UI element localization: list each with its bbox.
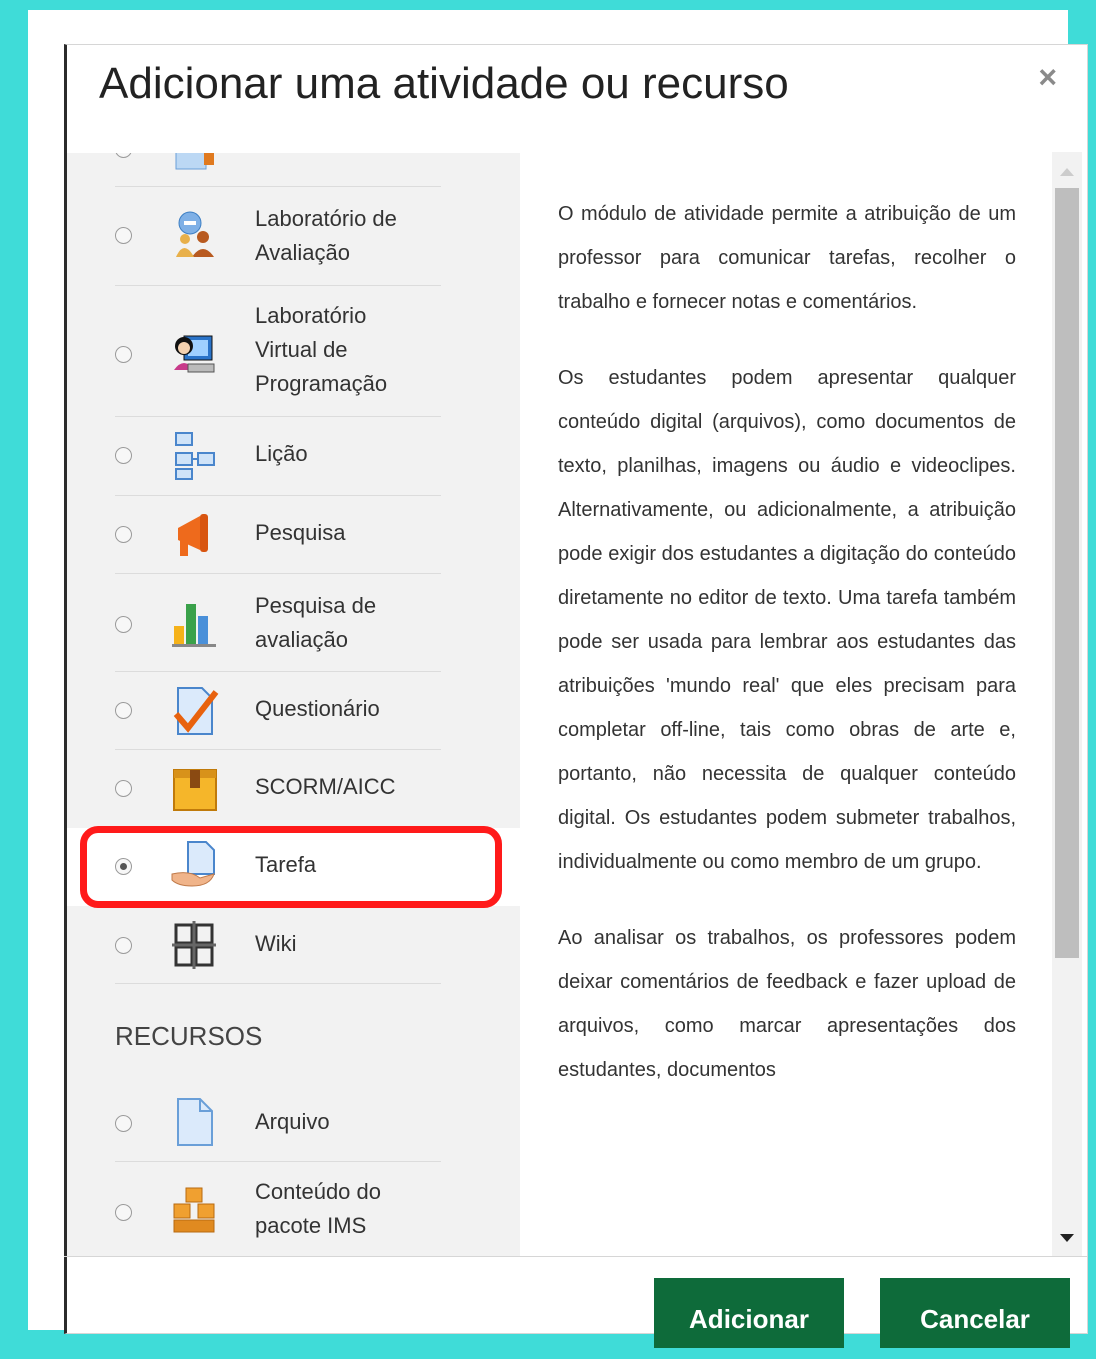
scroll-up-arrow-icon[interactable] xyxy=(1060,168,1074,176)
radio-button[interactable] xyxy=(115,702,132,719)
item-label: Questionário xyxy=(255,696,380,721)
item-label: SCORM/AICC xyxy=(255,774,396,799)
list-divider xyxy=(115,983,441,984)
add-button[interactable]: Adicionar xyxy=(654,1278,844,1348)
radio-button[interactable] xyxy=(115,1115,132,1132)
glossary-icon xyxy=(175,153,214,170)
list-item-ims-package[interactable]: Conteúdo do pacote IMS xyxy=(67,1162,522,1257)
description-scrollbar[interactable] xyxy=(1052,152,1082,1256)
item-label: Pesquisa de avaliação xyxy=(255,593,377,652)
list-item-file[interactable]: Arquivo xyxy=(67,1085,522,1163)
item-label: Lição xyxy=(255,441,308,466)
list-item-workshop[interactable]: Laboratório de Avaliação xyxy=(67,187,522,285)
radio-button[interactable] xyxy=(115,346,132,363)
list-item-wiki[interactable]: Wiki xyxy=(67,907,522,985)
dialog-title: Adicionar uma atividade ou recurso xyxy=(99,59,789,108)
scorm-box-icon xyxy=(173,769,217,811)
list-item-quiz[interactable]: Questionário xyxy=(67,672,522,750)
list-item-feedback[interactable]: Pesquisa de avaliação xyxy=(67,574,522,672)
radio-button[interactable] xyxy=(115,526,132,543)
quiz-check-icon xyxy=(173,687,219,735)
radio-button[interactable] xyxy=(115,780,132,797)
list-item-scorm[interactable]: SCORM/AICC xyxy=(67,750,522,828)
feedback-chart-icon xyxy=(172,604,216,647)
ims-package-icon xyxy=(173,1187,215,1233)
lesson-icon xyxy=(175,432,215,480)
list-item-survey[interactable]: Pesquisa xyxy=(67,496,522,574)
footer-divider xyxy=(64,1256,1088,1257)
close-icon[interactable]: × xyxy=(1038,59,1057,96)
description-paragraph: Ao analisar os trabalhos, os professores… xyxy=(558,927,1016,1081)
radio-button[interactable] xyxy=(115,227,132,244)
description-paragraph: Os estudantes podem apresentar qualquer … xyxy=(558,367,1016,873)
scrollbar-thumb[interactable] xyxy=(1055,188,1079,958)
file-icon xyxy=(177,1098,213,1146)
item-label: Wiki xyxy=(255,931,297,956)
workshop-icon xyxy=(176,211,214,257)
list-item-lesson[interactable]: Lição xyxy=(67,417,522,495)
item-label: Conteúdo do pacote IMS xyxy=(255,1179,381,1238)
survey-megaphone-icon xyxy=(178,514,208,556)
radio-button[interactable] xyxy=(115,1204,132,1221)
wiki-icon xyxy=(172,921,216,969)
radio-button[interactable] xyxy=(115,153,132,158)
radio-button[interactable] xyxy=(115,616,132,633)
description-panel: O módulo de atividade permite a atribuiç… xyxy=(520,152,1080,1256)
vpl-icon xyxy=(174,335,215,373)
item-label: Pesquisa xyxy=(255,520,346,545)
item-label: Laboratório de Avaliação xyxy=(255,206,397,265)
item-label: Arquivo xyxy=(255,1109,330,1134)
scroll-down-arrow-icon[interactable] xyxy=(1060,1234,1074,1242)
radio-button[interactable] xyxy=(115,937,132,954)
highlight-annotation xyxy=(80,826,502,908)
radio-button[interactable] xyxy=(115,447,132,464)
description-paragraph: O módulo de atividade permite a atribuiç… xyxy=(558,203,1016,313)
list-item-vpl[interactable]: Laboratório Virtual de Programação xyxy=(67,286,522,416)
module-list: Laboratório de Avaliação Laboratório Vir… xyxy=(67,153,522,1257)
resources-section-heading: RECURSOS xyxy=(115,1021,263,1051)
cancel-button[interactable]: Cancelar xyxy=(880,1278,1070,1348)
item-label: Laboratório Virtual de Programação xyxy=(255,303,388,396)
